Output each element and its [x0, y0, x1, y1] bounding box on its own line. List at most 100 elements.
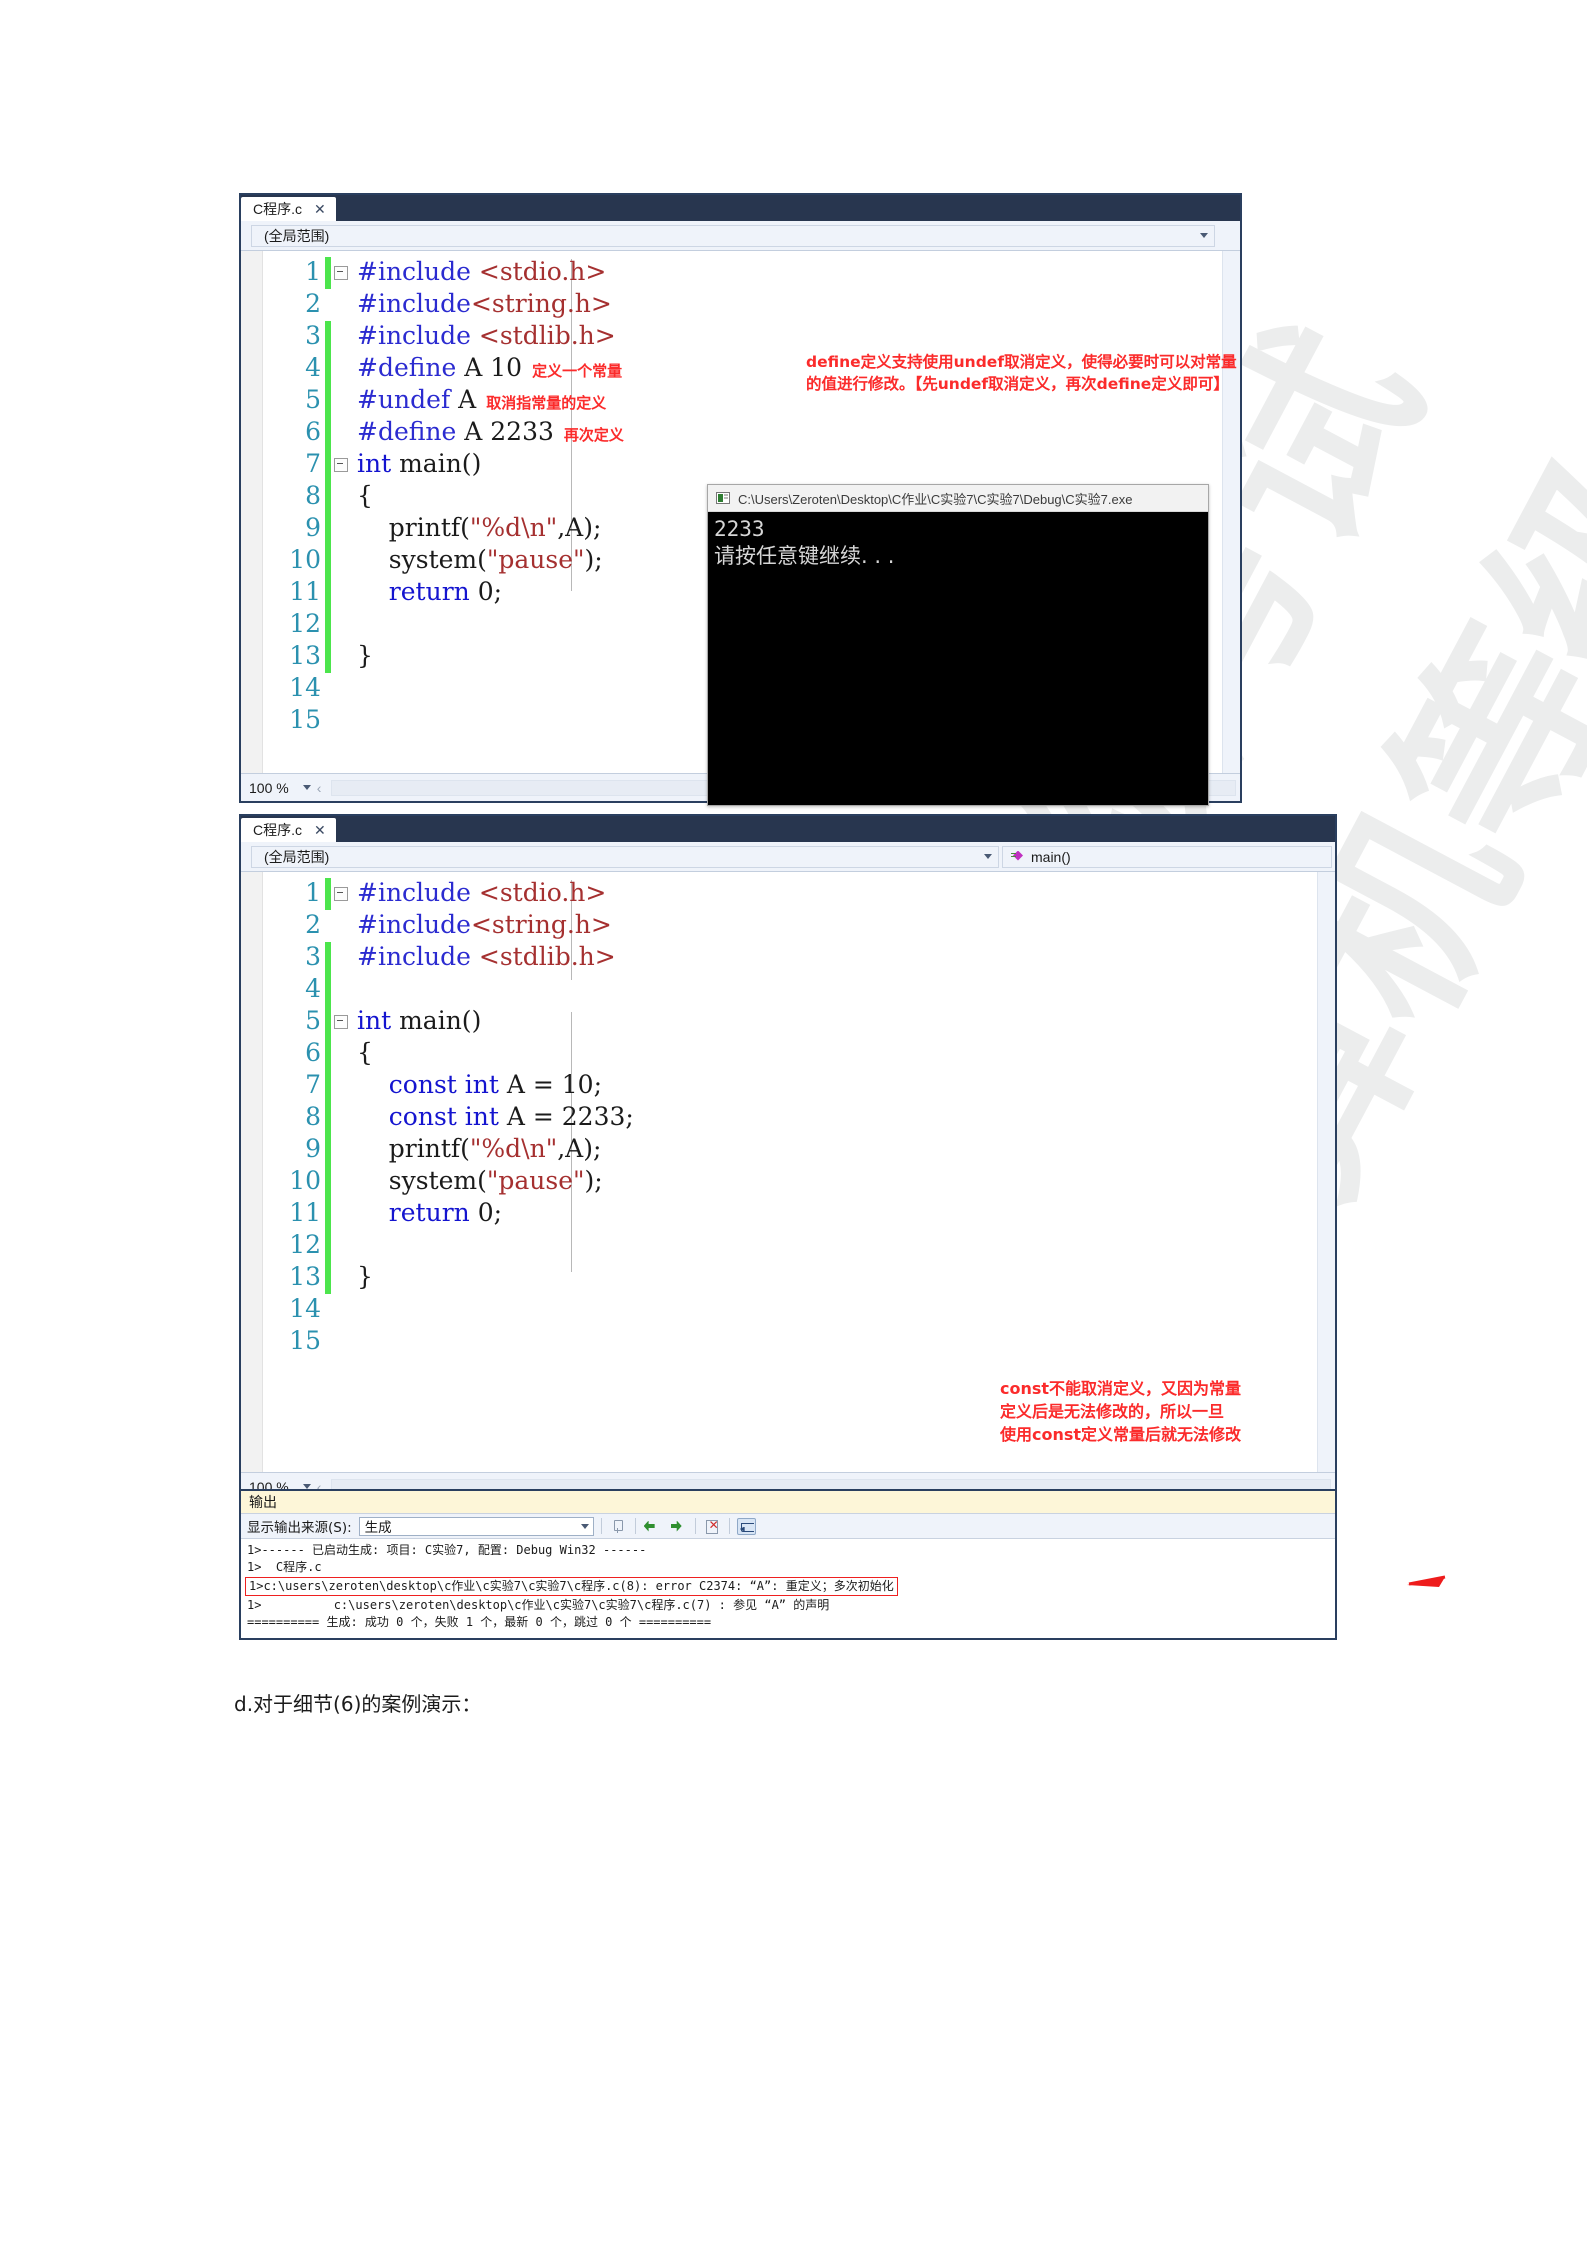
find-previous-icon[interactable] [643, 1518, 662, 1535]
editor2-tab-label: C程序.c [253, 822, 302, 838]
code-line[interactable]: 3 #include <stdlib.h> [241, 321, 1240, 353]
line-number: 13 [289, 641, 321, 670]
editor1-tab-cprogram[interactable]: C程序.c ✕ [241, 197, 336, 221]
collapse-region-icon[interactable] [331, 878, 353, 910]
find-next-icon[interactable] [669, 1518, 688, 1535]
code-line[interactable]: 9 printf("%d\n",A); [241, 1134, 1335, 1166]
toolbar-separator [600, 1518, 602, 1534]
output-panel-toolbar: 显示输出来源(S): 生成 [241, 1513, 1335, 1539]
code-line[interactable]: 1 #include <stdio.h> [241, 878, 1335, 910]
code-line[interactable]: 15 [241, 1326, 1335, 1358]
code-token: #include [357, 257, 479, 286]
line-number: 15 [289, 1326, 321, 1355]
code-text: int main() [353, 1006, 481, 1035]
collapse-region-icon[interactable] [331, 257, 353, 289]
code-token: #include [357, 910, 471, 939]
output-line[interactable]: 1>------ 已启动生成: 项目: C实验7, 配置: Debug Win3… [245, 1542, 1335, 1559]
inline-annotation: 取消指常量的定义 [486, 394, 607, 412]
line-number: 14 [289, 1294, 321, 1323]
code-token: int [357, 1006, 392, 1035]
fold-margin [331, 1134, 353, 1166]
chevron-down-icon[interactable] [580, 1523, 589, 1529]
output-panel-body[interactable]: 1>------ 已启动生成: 项目: C实验7, 配置: Debug Win3… [241, 1539, 1446, 1631]
code-line[interactable]: 7 const int A = 10; [241, 1070, 1335, 1102]
pin-icon[interactable] [609, 1518, 628, 1535]
chevron-down-icon[interactable] [984, 854, 992, 859]
line-number: 2 [305, 289, 321, 318]
code-line[interactable]: 2 #include<string.h> [241, 910, 1335, 942]
fold-margin [331, 942, 353, 974]
word-wrap-icon[interactable] [736, 1517, 756, 1535]
fold-margin [331, 321, 353, 353]
editor2-scope-label: (全局范围) [264, 848, 330, 865]
code-token: ); [584, 1166, 603, 1195]
fold-margin [331, 1230, 353, 1262]
editor1-navigation-bar: (全局范围) [241, 221, 1240, 251]
code-token: \n [521, 1134, 546, 1163]
code-line[interactable]: 6 #define A 2233 再次定义 [241, 417, 1240, 449]
code-token: A 2233 [456, 417, 554, 446]
fold-margin [331, 1262, 353, 1294]
scroll-left-icon[interactable]: ‹ [317, 780, 322, 796]
output-line-error[interactable]: 1>c:\users\zeroten\desktop\c作业\c实验7\c实验7… [245, 1577, 898, 1597]
code-text: #include <stdio.h> [353, 257, 606, 286]
output-line[interactable]: ========== 生成: 成功 0 个，失败 1 个，最新 0 个，跳过 0… [245, 1614, 1335, 1631]
editor1-zoom-dropdown[interactable]: 100 % [249, 780, 311, 796]
close-icon[interactable]: ✕ [314, 823, 326, 837]
fold-margin [331, 481, 353, 513]
output-source-dropdown[interactable]: 生成 [358, 1516, 594, 1536]
code-line[interactable]: 13} [241, 1262, 1335, 1294]
code-token: <string.h> [470, 910, 612, 939]
close-icon[interactable]: ✕ [314, 202, 326, 216]
code-line[interactable]: 5 int main() [241, 1006, 1335, 1038]
fold-margin [331, 641, 353, 673]
line-number: 1 [305, 878, 321, 907]
output-line[interactable]: 1> C程序.c [245, 1559, 1335, 1576]
code-token: #undef [357, 385, 451, 414]
code-line[interactable]: 4 [241, 974, 1335, 1006]
code-token: system( [357, 545, 487, 574]
code-line[interactable]: 14 [241, 1294, 1335, 1326]
code-token: const int [388, 1102, 499, 1131]
code-line[interactable]: 2 #include<string.h> [241, 289, 1240, 321]
code-line[interactable]: 7 int main() [241, 449, 1240, 481]
collapse-region-icon[interactable] [331, 449, 353, 481]
line-number: 7 [305, 1070, 321, 1099]
chevron-down-icon[interactable] [1200, 233, 1208, 238]
editor2-scope-dropdown[interactable]: (全局范围) [251, 845, 999, 868]
editor1-scope-label: (全局范围) [264, 227, 330, 244]
collapse-region-icon[interactable] [331, 1006, 353, 1038]
fold-margin [331, 609, 353, 641]
output-line[interactable]: 1> c:\users\zeroten\desktop\c作业\c实验7\c实验… [245, 1597, 1335, 1614]
fold-margin [331, 353, 353, 385]
line-number: 2 [305, 910, 321, 939]
code-token: } [357, 1262, 373, 1291]
output-line-wrapper: 1> c:\users\zeroten\desktop\c作业\c实验7\c实验… [245, 1597, 1335, 1614]
console-output-line-2: 请按任意键继续. . . [714, 543, 895, 568]
code-token: } [357, 641, 373, 670]
chevron-down-icon[interactable] [302, 785, 311, 790]
editor2-member-dropdown[interactable]: main() [1002, 845, 1332, 868]
line-number: 3 [305, 942, 321, 971]
code-line[interactable]: 12 [241, 1230, 1335, 1262]
code-line[interactable]: 3 #include <stdlib.h> [241, 942, 1335, 974]
code-line[interactable]: 6{ [241, 1038, 1335, 1070]
code-token: main() [391, 1006, 482, 1035]
output-panel-title: 输出 [241, 1491, 1335, 1513]
code-text: return 0; [353, 577, 502, 606]
clear-all-icon[interactable] [703, 1518, 722, 1535]
output-source-label: 显示输出来源(S): [247, 1520, 352, 1536]
code-token: 0; [469, 1198, 503, 1227]
code-line[interactable]: 8 const int A = 2233; [241, 1102, 1335, 1134]
fold-margin [331, 974, 353, 1006]
toolbar-separator [694, 1518, 696, 1534]
fold-margin [331, 385, 353, 417]
code-line[interactable]: 1 #include <stdio.h> [241, 257, 1240, 289]
editor2-navigation-bar: (全局范围) main() [241, 842, 1335, 872]
code-line[interactable]: 10 system("pause"); [241, 1166, 1335, 1198]
editor2-tab-cprogram[interactable]: C程序.c ✕ [241, 818, 336, 842]
code-text: { [353, 1038, 373, 1067]
editor1-scope-dropdown[interactable]: (全局范围) [251, 224, 1215, 247]
code-line[interactable]: 11 return 0; [241, 1198, 1335, 1230]
